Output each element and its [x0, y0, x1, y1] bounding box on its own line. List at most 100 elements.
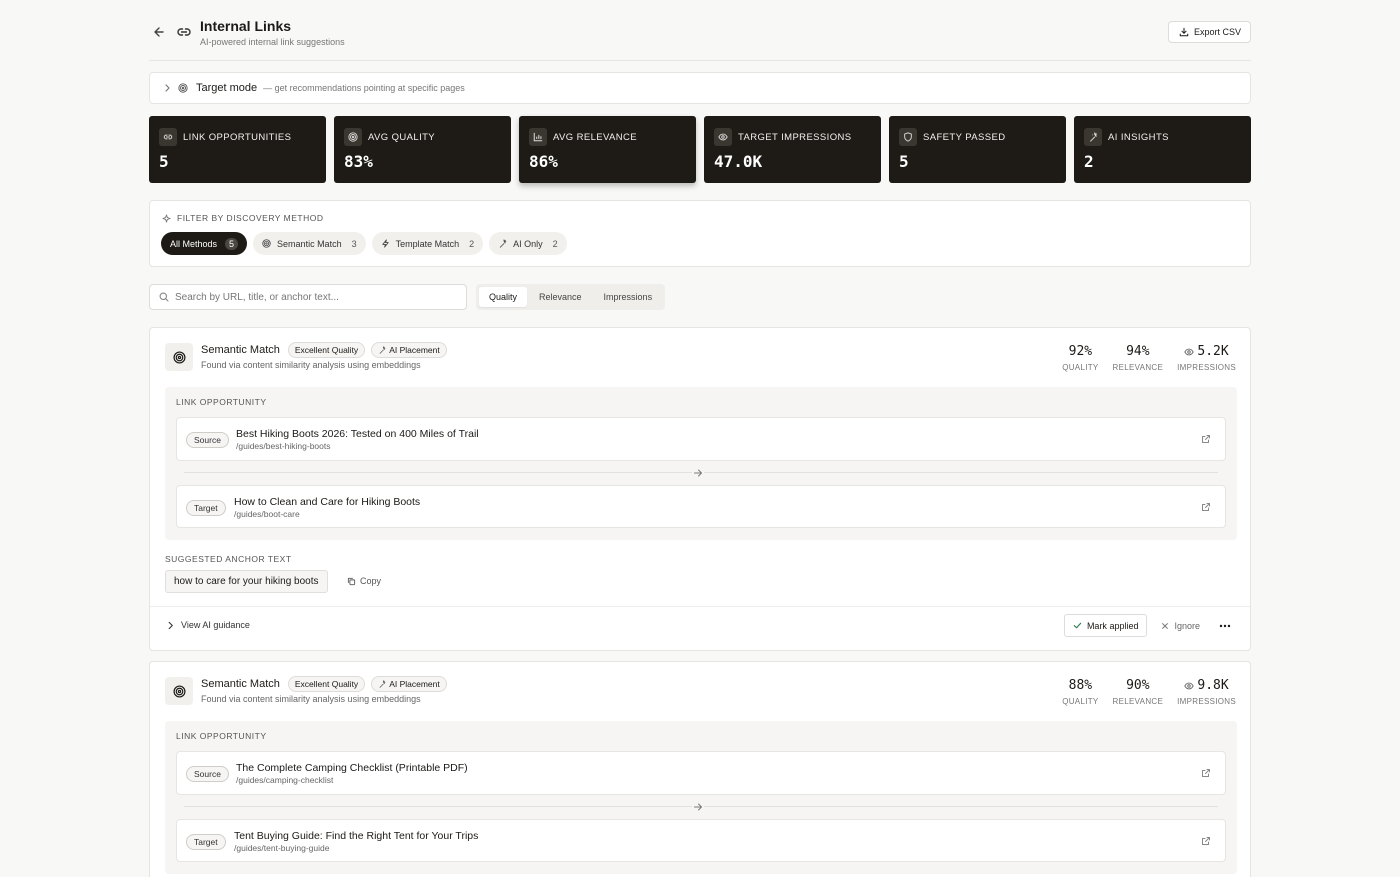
card-description: Found via content similarity analysis us… [201, 360, 421, 370]
mark-applied-button[interactable]: Mark applied [1063, 614, 1148, 637]
stat-value: 83% [344, 152, 373, 171]
card-metrics: 92% QUALITY 94% RELEVANCE 5.2K IMPRESSIO… [1062, 344, 1236, 372]
chip-count: 3 [351, 238, 357, 249]
chip-label: Semantic Match [277, 238, 342, 249]
target-tag: Target [186, 500, 226, 516]
stat-value: 5 [159, 152, 169, 171]
divider [150, 606, 1250, 607]
sort-tab-impressions[interactable]: Impressions [594, 287, 663, 307]
more-options-icon[interactable] [1214, 614, 1236, 637]
mark-applied-label: Mark applied [1086, 620, 1139, 631]
target-mode-toggle[interactable]: Target mode — get recommendations pointi… [149, 72, 1251, 104]
card-method: Semantic Match [201, 678, 280, 690]
back-arrow-icon[interactable] [151, 24, 167, 40]
filter-chip-semantic-match[interactable]: Semantic Match 3 [253, 232, 366, 255]
sort-tabs: Quality Relevance Impressions [476, 284, 666, 310]
metric-value: 88% [1068, 678, 1093, 693]
chip-label: Template Match [395, 238, 460, 249]
copy-label: Copy [360, 576, 382, 586]
card-metrics: 88% QUALITY 90% RELEVANCE 9.8K IMPRESSIO… [1062, 678, 1236, 706]
quality-badge: Excellent Quality [287, 342, 366, 358]
filter-chip-all-methods[interactable]: All Methods 5 [161, 232, 248, 255]
link-icon [176, 24, 192, 40]
chip-count: 2 [469, 238, 475, 249]
filter-chip-template-match[interactable]: Template Match 2 [371, 232, 484, 255]
search-icon [159, 292, 169, 302]
link-opportunity-card: Semantic Match Excellent Quality AI Plac… [149, 661, 1251, 877]
card-actions: Mark applied Ignore [1063, 614, 1236, 637]
target-mode-description: — get recommendations pointing at specif… [263, 83, 465, 93]
metric-label: RELEVANCE [1112, 697, 1164, 706]
external-link-icon[interactable] [1201, 768, 1211, 778]
filter-chip-ai-only[interactable]: AI Only 2 [489, 232, 567, 255]
target-tag: Target [186, 834, 226, 850]
check-icon [1073, 622, 1082, 629]
external-link-icon[interactable] [1201, 434, 1211, 444]
target-icon [178, 83, 188, 93]
stat-label: SAFETY PASSED [923, 131, 1006, 143]
card-header: Semantic Match Excellent Quality AI Plac… [201, 342, 447, 358]
stat-value: 5 [899, 152, 909, 171]
page-title: Internal Links [200, 18, 292, 34]
sparkles-icon [379, 680, 386, 688]
stat-value: 47.0K [714, 152, 763, 171]
ai-guidance-label: View AI guidance [181, 620, 250, 630]
metric-label: RELEVANCE [1112, 363, 1164, 372]
source-page-row: Source The Complete Camping Checklist (P… [176, 751, 1226, 795]
close-icon [1162, 622, 1169, 629]
page-subtitle: AI-powered internal link suggestions [200, 37, 345, 47]
anchor-text: how to care for your hiking boots [165, 570, 328, 593]
export-csv-button[interactable]: Export CSV [1167, 21, 1251, 43]
target-icon [262, 239, 271, 248]
metric-quality: 88% QUALITY [1062, 678, 1098, 706]
ignore-label: Ignore [1174, 620, 1200, 631]
ai-placement-label: AI Placement [389, 345, 440, 355]
ai-placement-badge: AI Placement [371, 342, 447, 358]
link-opportunity-panel: LINK OPPORTUNITY Source Best Hiking Boot… [165, 387, 1237, 540]
export-csv-label: Export CSV [1193, 27, 1241, 37]
external-link-icon[interactable] [1201, 836, 1211, 846]
source-page-row: Source Best Hiking Boots 2026: Tested on… [176, 417, 1226, 461]
target-mode-label: Target mode [196, 82, 258, 94]
link-opportunity-card: Semantic Match Excellent Quality AI Plac… [149, 327, 1251, 651]
source-tag: Source [186, 432, 229, 448]
chip-label: All Methods [170, 238, 218, 249]
metric-impressions: 5.2K IMPRESSIONS [1177, 344, 1236, 372]
quality-badge: Excellent Quality [287, 676, 366, 692]
stat-value: 2 [1084, 152, 1094, 171]
external-link-icon[interactable] [1201, 502, 1211, 512]
ignore-button[interactable]: Ignore [1153, 614, 1208, 637]
metric-value: 90% [1126, 678, 1150, 693]
source-title: Best Hiking Boots 2026: Tested on 400 Mi… [236, 428, 479, 440]
stat-label: AVG QUALITY [368, 131, 436, 143]
arrow-right-icon [692, 801, 704, 812]
bar-chart-icon [529, 128, 547, 146]
chip-count: 5 [225, 237, 239, 250]
ai-placement-label: AI Placement [389, 679, 440, 689]
target-title: Tent Buying Guide: Find the Right Tent f… [234, 830, 479, 842]
eye-icon [1184, 682, 1195, 689]
search-input[interactable] [175, 291, 455, 303]
arrow-right-icon [692, 467, 704, 478]
copy-button[interactable]: Copy [347, 576, 381, 586]
target-page-row: Target Tent Buying Guide: Find the Right… [176, 819, 1226, 862]
metric-label: QUALITY [1062, 697, 1099, 706]
eye-icon [1184, 348, 1195, 355]
page-header: Internal Links AI-powered internal link … [149, 0, 1251, 61]
target-icon [344, 128, 362, 146]
metric-relevance: 94% RELEVANCE [1113, 344, 1164, 372]
filter-title-label: FILTER BY DISCOVERY METHOD [177, 213, 324, 223]
link-icon [159, 128, 177, 146]
sort-tab-relevance[interactable]: Relevance [529, 287, 592, 307]
source-title: The Complete Camping Checklist (Printabl… [236, 762, 468, 774]
stat-link-opportunities: LINK OPPORTUNITIES 5 [149, 116, 326, 183]
view-ai-guidance-toggle[interactable]: View AI guidance [166, 620, 250, 630]
sort-tab-quality[interactable]: Quality [479, 287, 528, 307]
opportunity-title: LINK OPPORTUNITY [176, 397, 267, 407]
zap-icon [381, 239, 389, 248]
sparkles-icon [1084, 128, 1102, 146]
sparkles-icon [379, 346, 386, 354]
metric-value: 9.8K [1197, 678, 1229, 693]
filter-title: FILTER BY DISCOVERY METHOD [162, 213, 324, 223]
stat-value: 86% [529, 152, 558, 171]
